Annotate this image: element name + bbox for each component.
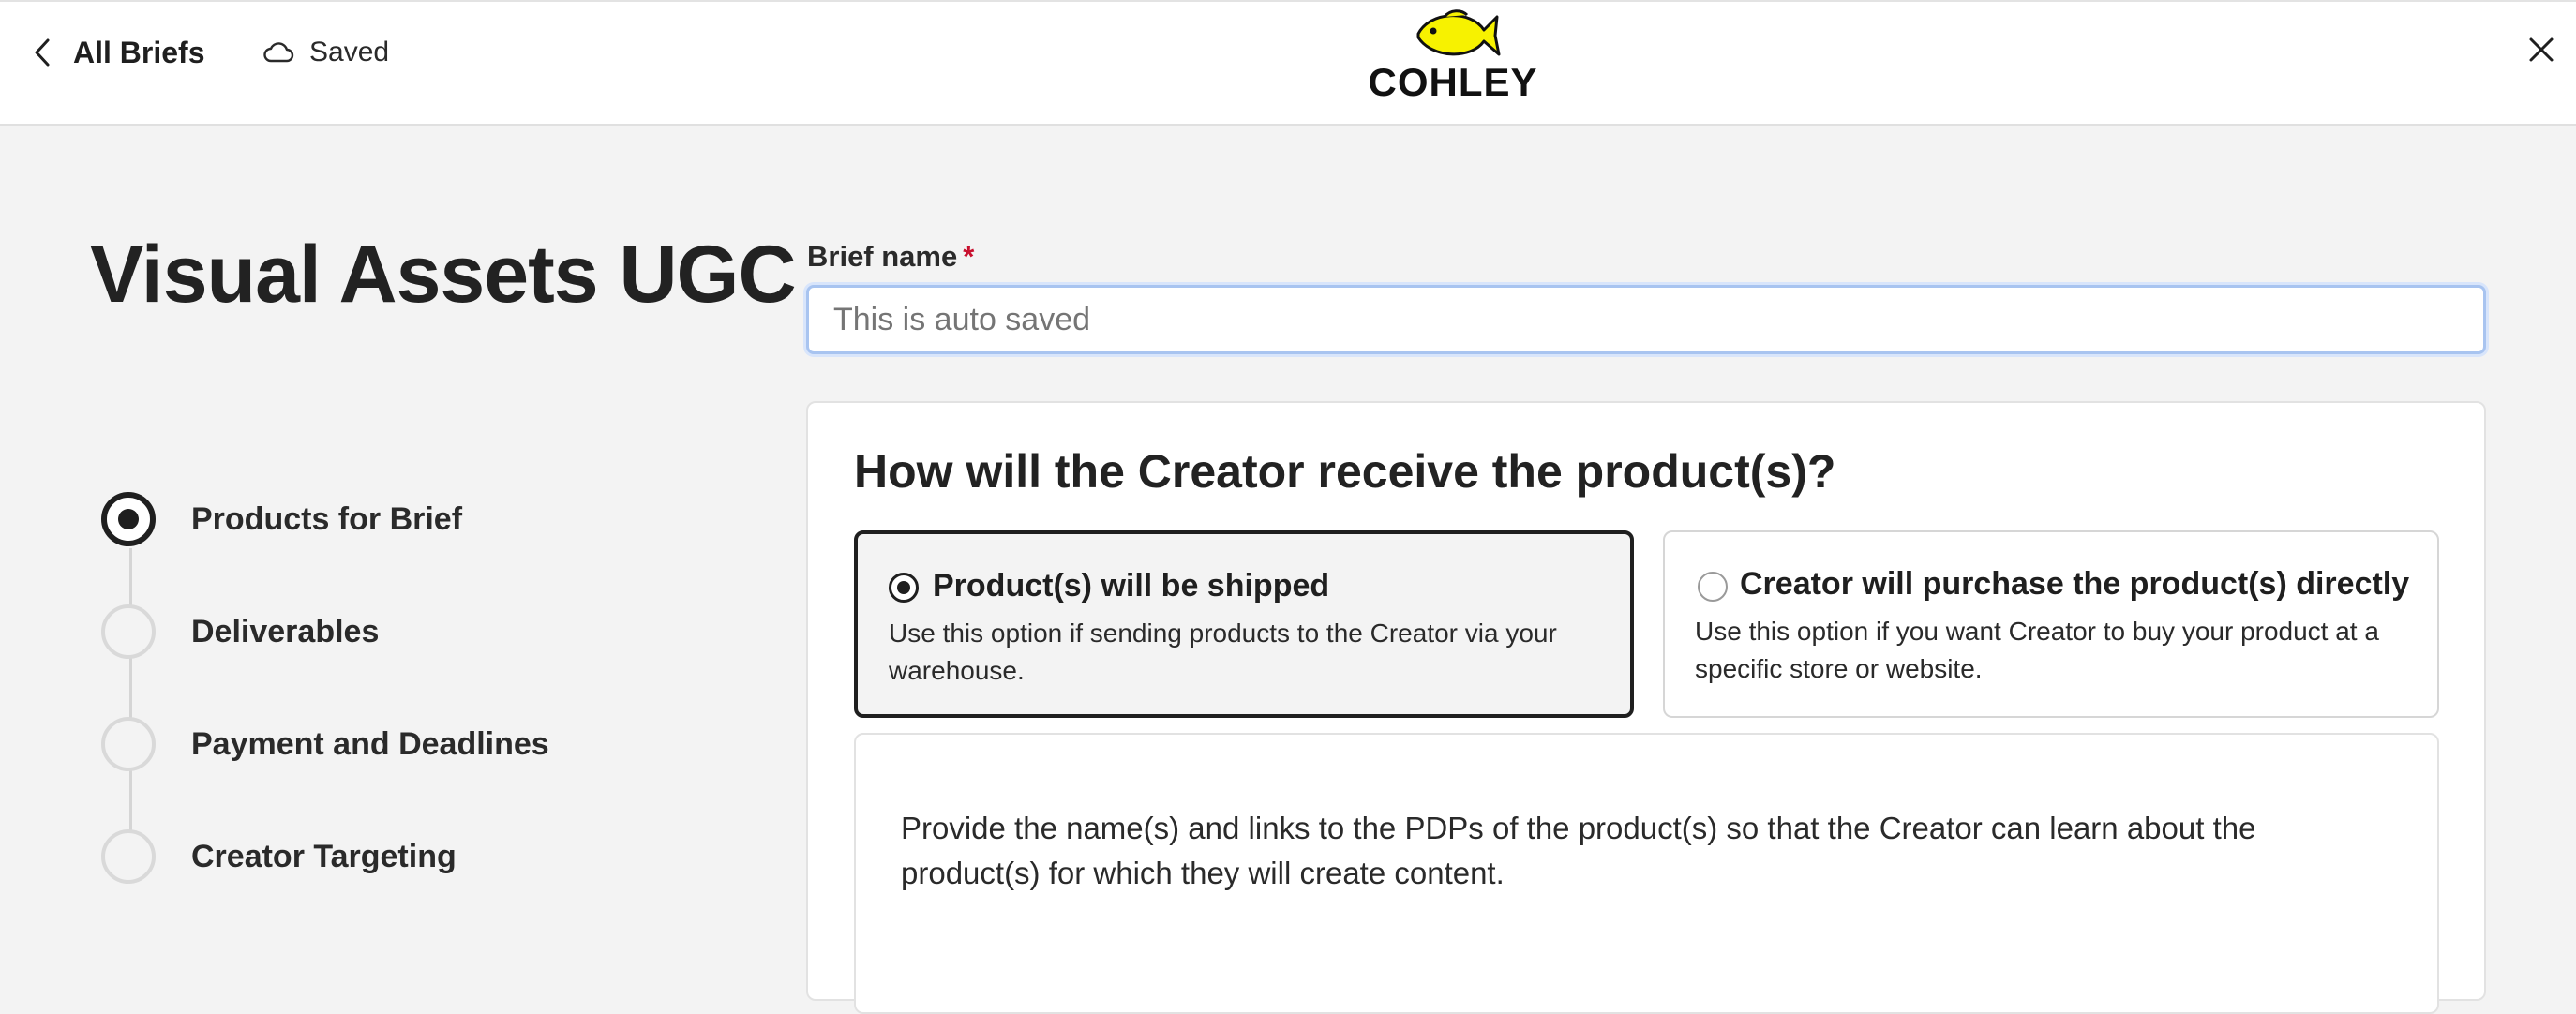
cloud-icon [263, 42, 294, 63]
back-label: All Briefs [73, 35, 205, 69]
brief-name-label-text: Brief name [807, 240, 958, 273]
step-deliverables[interactable]: Deliverables [101, 602, 379, 662]
close-button[interactable] [2525, 34, 2557, 66]
step-label: Deliverables [191, 613, 380, 649]
step-label: Creator Targeting [191, 838, 457, 874]
step-creator-targeting[interactable]: Creator Targeting [101, 827, 457, 887]
step-indicator [101, 829, 156, 884]
stepper-connector [129, 548, 132, 857]
top-bar: All Briefs Saved COHLEY [0, 0, 2576, 126]
product-instructions: Provide the name(s) and links to the PDP… [901, 811, 2256, 890]
step-payment-and-deadlines[interactable]: Payment and Deadlines [101, 714, 549, 774]
page-title: Visual Assets UGC [90, 230, 797, 320]
cohley-logo[interactable]: COHLEY [1364, 6, 1542, 104]
step-label: Products for Brief [191, 500, 463, 537]
radio-unselected[interactable] [1698, 572, 1728, 602]
back-to-all-briefs-link[interactable]: All Briefs [32, 36, 204, 69]
saved-label: Saved [309, 37, 390, 67]
delivery-question: How will the Creator receive the product… [854, 445, 1836, 498]
required-mark: * [963, 240, 975, 273]
fish-logo-icon [1416, 9, 1501, 56]
step-indicator-active [101, 492, 156, 546]
option-description: Use this option if sending products to t… [889, 619, 1557, 685]
step-indicator [101, 604, 156, 659]
option-title: Product(s) will be shipped [933, 568, 1330, 604]
radio-selected[interactable] [889, 573, 919, 603]
chevron-left-icon [35, 38, 50, 67]
option-description: Use this option if you want Creator to b… [1695, 617, 2379, 683]
brief-name-input[interactable] [806, 285, 2486, 354]
brief-name-label: Brief name * [807, 240, 974, 274]
saved-status: Saved [262, 36, 389, 69]
option-product-shipped[interactable]: Product(s) will be shipped Use this opti… [854, 530, 1634, 718]
step-indicator [101, 717, 156, 771]
option-title: Creator will purchase the product(s) dir… [1740, 566, 2410, 602]
logo-text: COHLEY [1368, 60, 1538, 104]
option-creator-purchase[interactable]: Creator will purchase the product(s) dir… [1663, 530, 2439, 718]
step-dot [118, 509, 139, 529]
step-products-for-brief[interactable]: Products for Brief [101, 489, 462, 549]
close-icon [2529, 37, 2554, 62]
step-label: Payment and Deadlines [191, 725, 549, 762]
